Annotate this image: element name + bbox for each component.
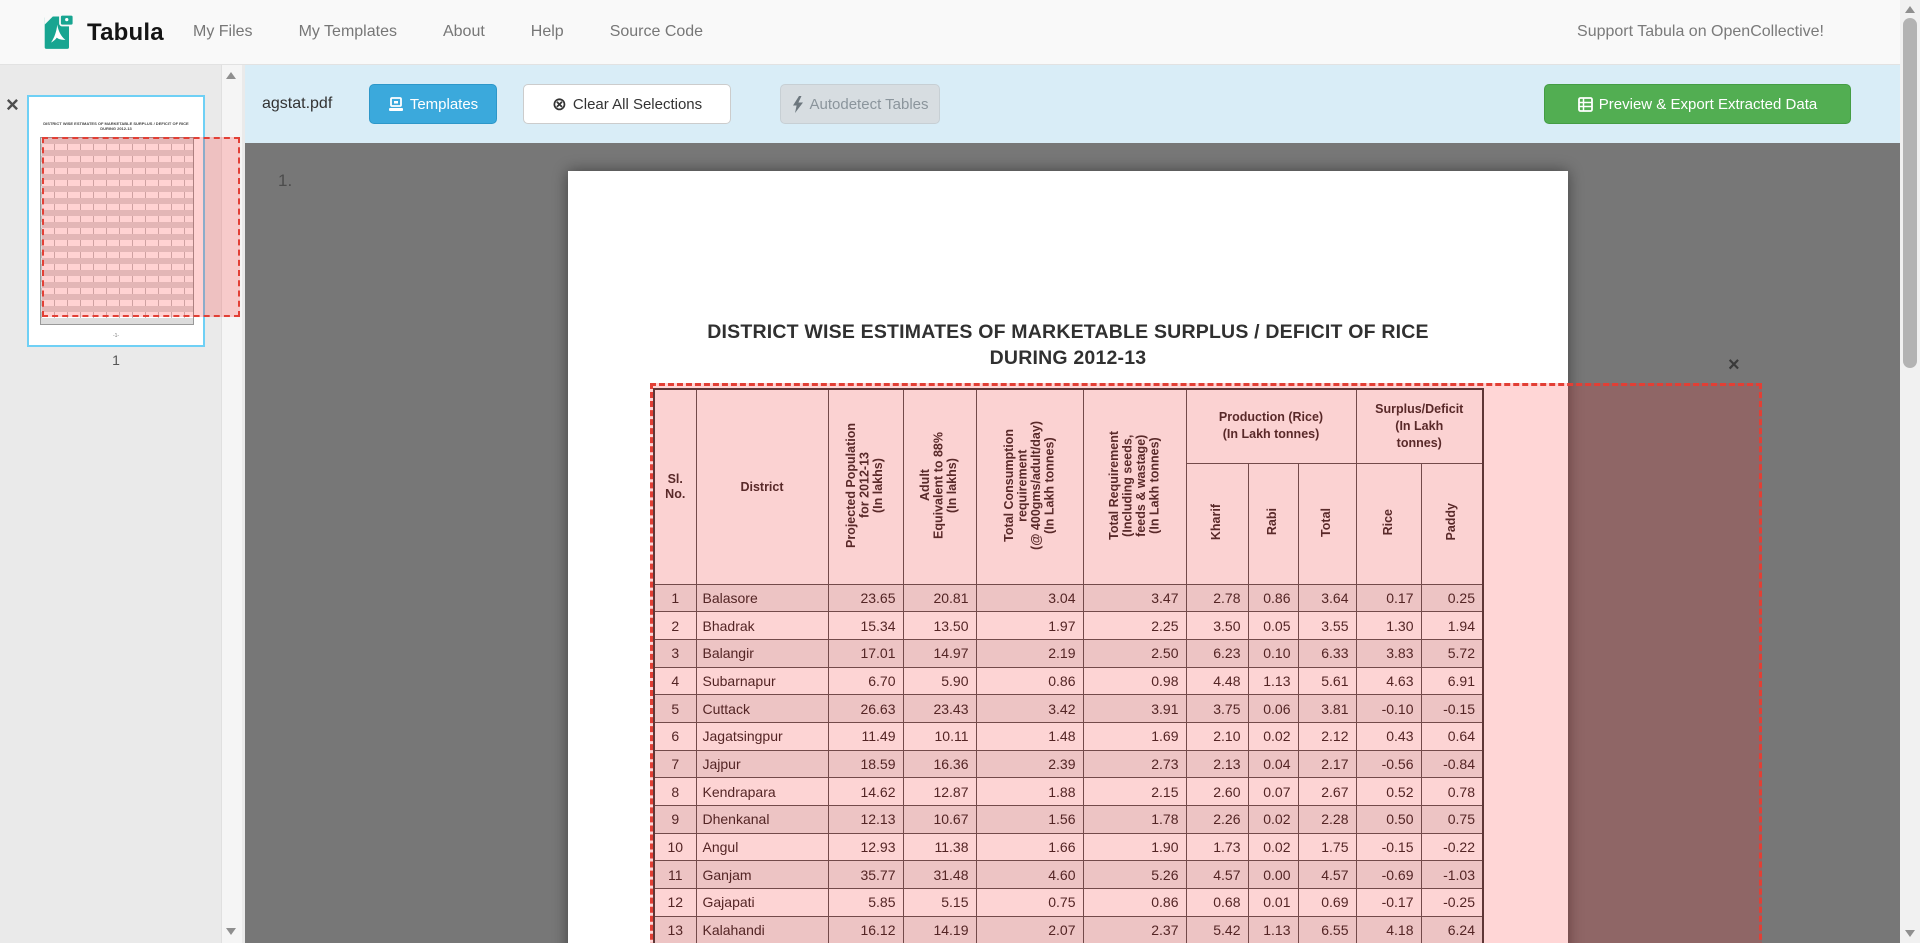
toolbar: agstat.pdf Templates ⊗ Clear All Selecti… [245, 64, 1900, 143]
pdf-viewer-canvas: 1. DISTRICT WISE ESTIMATES OF MARKETABLE… [245, 143, 1900, 943]
clear-all-selections-button[interactable]: ⊗ Clear All Selections [523, 84, 731, 124]
scroll-down-icon[interactable] [226, 928, 236, 935]
support-link[interactable]: Support Tabula on OpenCollective! [1577, 0, 1824, 64]
tabula-logo[interactable]: Tabula [42, 8, 164, 57]
autodetect-tables-button[interactable]: Autodetect Tables [780, 84, 940, 124]
template-icon [388, 97, 404, 112]
selection-close-icon[interactable]: × [1728, 355, 1740, 375]
navbar: Tabula My Files My Templates About Help … [0, 0, 1920, 65]
autodetect-button-label: Autodetect Tables [810, 96, 929, 113]
remove-page-icon[interactable]: × [6, 94, 19, 116]
thumbnail-selection-overlay [42, 137, 240, 317]
preview-export-button[interactable]: Preview & Export Extracted Data [1544, 84, 1851, 124]
thumbnail-table-row [41, 318, 193, 324]
nav-item-help[interactable]: Help [508, 23, 587, 41]
nav-item-source-code[interactable]: Source Code [587, 23, 726, 41]
lightning-bolt-icon [792, 96, 804, 113]
nav-item-my-files[interactable]: My Files [170, 23, 276, 41]
nav-item-my-templates[interactable]: My Templates [276, 23, 420, 41]
templates-button-label: Templates [410, 96, 478, 113]
circle-x-icon: ⊗ [552, 95, 567, 113]
nav-links: My Files My Templates About Help Source … [170, 0, 726, 64]
table-list-icon [1578, 97, 1593, 112]
pdf-lock-logo-icon [42, 8, 78, 57]
export-button-label: Preview & Export Extracted Data [1599, 96, 1817, 113]
templates-button[interactable]: Templates [369, 84, 497, 124]
scrollbar-thumb[interactable] [1903, 18, 1917, 368]
document-title: DISTRICT WISE ESTIMATES OF MARKETABLE SU… [568, 319, 1568, 371]
vertical-scrollbar[interactable] [1900, 0, 1920, 943]
scroll-up-icon[interactable] [226, 72, 236, 79]
nav-item-about[interactable]: About [420, 23, 508, 41]
clear-button-label: Clear All Selections [573, 96, 702, 113]
thumbnail-page-number: 1 [27, 352, 205, 368]
thumbnail-footer: -1- [29, 333, 203, 339]
page-number-marker: 1. [278, 171, 292, 191]
scroll-up-icon[interactable] [1905, 6, 1915, 13]
sidebar: × DISTRICT WISE ESTIMATES OF MARKETABLE … [0, 64, 245, 943]
filename-label: agstat.pdf [262, 64, 332, 143]
scroll-down-icon[interactable] [1905, 930, 1915, 937]
thumbnail-title: DISTRICT WISE ESTIMATES OF MARKETABLE SU… [29, 121, 203, 131]
selection-box[interactable] [650, 383, 1762, 943]
brand-name: Tabula [87, 19, 164, 47]
